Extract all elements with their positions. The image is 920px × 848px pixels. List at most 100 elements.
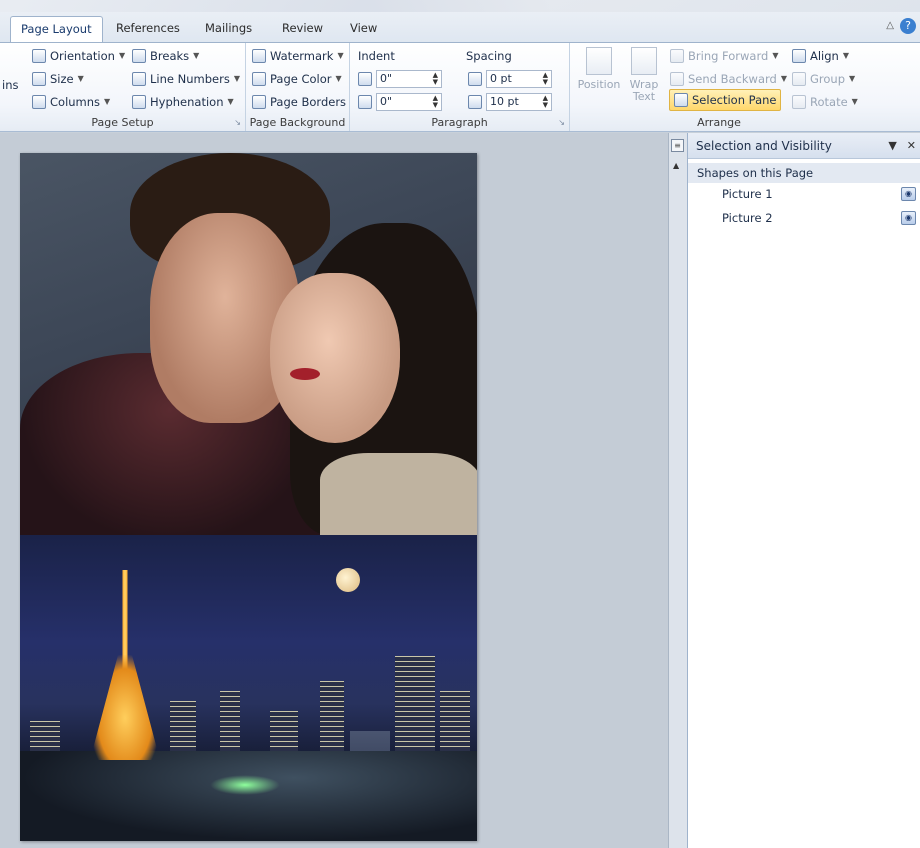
- rotate-button[interactable]: Rotate ▼: [792, 92, 858, 112]
- margins-label: ins: [2, 78, 19, 92]
- indent-left-icon: [358, 72, 372, 86]
- chevron-down-icon: ▼: [193, 51, 200, 60]
- picture-2-night-cityscape[interactable]: [20, 535, 477, 841]
- chevron-down-icon: ▼: [104, 97, 111, 106]
- watermark-icon: [252, 49, 266, 63]
- chevron-down-icon: ▼: [842, 51, 850, 60]
- shape-row-picture-1[interactable]: Picture 1 ◉: [688, 183, 920, 207]
- spacing-before-input[interactable]: 0 pt ▲ ▼: [486, 70, 552, 88]
- minimize-ribbon-icon[interactable]: △: [886, 20, 894, 31]
- document-page: [20, 153, 477, 841]
- wrap-text-button[interactable]: Wrap Text: [626, 47, 662, 103]
- page-color-label: Page Color: [270, 72, 332, 86]
- dialog-launcher-icon[interactable]: ↘: [558, 118, 565, 127]
- page-color-button[interactable]: Page Color ▼: [252, 69, 342, 89]
- orientation-button[interactable]: Orientation ▼: [32, 46, 125, 66]
- chevron-down-icon: ▼: [851, 97, 858, 106]
- breaks-label: Breaks: [150, 49, 190, 63]
- indent-left-input[interactable]: 0" ▲ ▼: [376, 70, 442, 88]
- send-backward-icon: [670, 72, 684, 86]
- portrait-woman-jacket: [320, 453, 477, 543]
- spacing-after-input[interactable]: 10 pt ▲ ▼: [486, 93, 552, 111]
- portrait-woman-lips: [290, 368, 320, 380]
- indent-right-control: 0" ▲ ▼: [358, 92, 442, 112]
- eye-icon[interactable]: ◉: [901, 187, 916, 201]
- shape-name: Picture 1: [722, 187, 773, 201]
- spin-arrows-icon[interactable]: ▲ ▼: [433, 72, 438, 86]
- chevron-down-icon: ▼: [337, 51, 344, 60]
- moon: [336, 568, 360, 592]
- spacing-before-icon: [468, 72, 482, 86]
- spin-arrows-icon[interactable]: ▲ ▼: [543, 95, 548, 109]
- columns-button[interactable]: Columns ▼: [32, 92, 110, 112]
- page-setup-group-label: Page Setup: [91, 116, 154, 129]
- selection-pane-button[interactable]: Selection Pane: [669, 89, 782, 111]
- picture-1-couple-portrait[interactable]: [20, 153, 477, 543]
- pane-controls: ▼ ✕: [888, 139, 916, 152]
- size-icon: [32, 72, 46, 86]
- ribbon: ins Orientation ▼ Size ▼ Columns ▼ Break…: [0, 42, 920, 132]
- indent-right-input[interactable]: 0" ▲ ▼: [376, 93, 442, 111]
- group-button[interactable]: Group ▼: [792, 69, 855, 89]
- position-label: Position: [577, 78, 621, 91]
- quick-access-toolbar: [0, 0, 920, 12]
- paragraph-group-label: Paragraph: [431, 116, 488, 129]
- arrange-group-label: Arrange: [697, 116, 741, 129]
- position-button[interactable]: Position: [576, 47, 622, 91]
- spacing-after-value: 10 pt: [490, 95, 519, 108]
- group-icon: [792, 72, 806, 86]
- selection-pane-icon: [674, 93, 688, 107]
- tab-mailings[interactable]: Mailings: [195, 16, 262, 42]
- watermark-button[interactable]: Watermark ▼: [252, 46, 344, 66]
- align-label: Align: [810, 49, 839, 63]
- tab-view[interactable]: View: [340, 16, 387, 42]
- spacing-after-icon: [468, 95, 482, 109]
- view-ruler-icon[interactable]: ≡: [671, 139, 684, 152]
- indent-right-icon: [358, 95, 372, 109]
- orientation-icon: [32, 49, 46, 63]
- spacing-after-control: 10 pt ▲ ▼: [468, 92, 552, 112]
- pane-options-icon[interactable]: ▼: [888, 139, 896, 152]
- group-label: Group: [810, 72, 846, 86]
- pane-title: Selection and Visibility: [696, 138, 832, 153]
- shape-row-picture-2[interactable]: Picture 2 ◉: [688, 207, 920, 231]
- bring-forward-button[interactable]: Bring Forward ▼: [670, 46, 778, 66]
- dialog-launcher-icon[interactable]: ↘: [234, 118, 241, 127]
- group-page-setup: ins Orientation ▼ Size ▼ Columns ▼ Break…: [0, 43, 246, 131]
- hyphenation-button[interactable]: Hyphenation ▼: [132, 92, 234, 112]
- scroll-up-icon[interactable]: ▲: [673, 161, 679, 170]
- spin-arrows-icon[interactable]: ▲ ▼: [433, 95, 438, 109]
- tab-references[interactable]: References: [106, 16, 190, 42]
- line-numbers-button[interactable]: Line Numbers ▼: [132, 69, 240, 89]
- hyphenation-icon: [132, 95, 146, 109]
- align-button[interactable]: Align ▼: [792, 46, 849, 66]
- columns-icon: [32, 95, 46, 109]
- align-icon: [792, 49, 806, 63]
- chevron-down-icon: ▼: [77, 74, 84, 83]
- eye-icon[interactable]: ◉: [901, 211, 916, 225]
- page-borders-icon: [252, 95, 266, 109]
- send-backward-button[interactable]: Send Backward ▼: [670, 69, 787, 89]
- close-icon[interactable]: ✕: [907, 139, 916, 152]
- size-label: Size: [50, 72, 74, 86]
- watermark-label: Watermark: [270, 49, 334, 63]
- breaks-button[interactable]: Breaks ▼: [132, 46, 199, 66]
- shape-name: Picture 2: [722, 211, 773, 225]
- document-workspace: [0, 133, 668, 848]
- spin-arrows-icon[interactable]: ▲ ▼: [543, 72, 548, 86]
- ribbon-tab-strip: Page Layout References Mailings Review V…: [0, 0, 920, 42]
- help-icon[interactable]: ?: [900, 18, 916, 34]
- group-arrange: Position Wrap Text Bring Forward ▼ Send …: [570, 43, 868, 131]
- tab-review[interactable]: Review: [272, 16, 333, 42]
- tab-page-layout[interactable]: Page Layout: [10, 16, 103, 42]
- group-page-background: Watermark ▼ Page Color ▼ Page Borders Pa…: [246, 43, 350, 131]
- vertical-scrollbar[interactable]: ≡ ▲: [668, 133, 687, 848]
- chevron-down-icon: ▼: [849, 74, 856, 83]
- hyphenation-label: Hyphenation: [150, 95, 224, 109]
- city-lights-ground: [20, 751, 477, 841]
- margins-button[interactable]: ins: [2, 75, 18, 95]
- size-button[interactable]: Size ▼: [32, 69, 84, 89]
- spacing-before-value: 0 pt: [490, 72, 512, 85]
- breaks-icon: [132, 49, 146, 63]
- page-borders-button[interactable]: Page Borders: [252, 92, 346, 112]
